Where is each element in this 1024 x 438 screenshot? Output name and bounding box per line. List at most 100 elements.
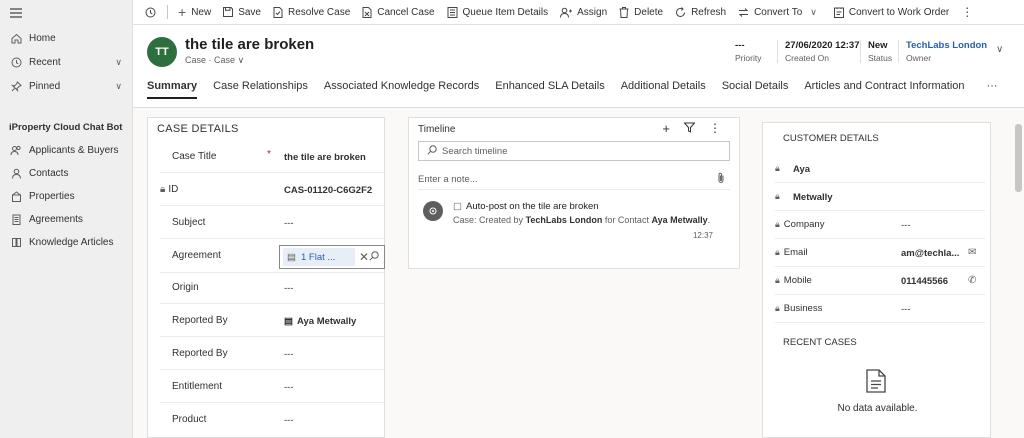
delete-label: Delete [634, 6, 664, 18]
product-value[interactable]: --- [284, 415, 294, 426]
queue-item-details-button[interactable]: Queue Item Details [441, 0, 555, 25]
tab-social-details[interactable]: Social Details [722, 80, 789, 99]
lock-icon: 🔒︎ [775, 303, 780, 313]
send-email-icon[interactable]: ✉ [968, 247, 976, 258]
sidebar-item-contacts[interactable]: Contacts [0, 162, 132, 185]
phone-icon[interactable]: ✆ [968, 275, 976, 286]
tab-enhanced-sla-details[interactable]: Enhanced SLA Details [495, 80, 604, 99]
business-field: 🔒︎ Business --- [775, 295, 985, 323]
sidebar-item-label: Home [29, 32, 56, 44]
document-icon [9, 214, 23, 225]
more-vertical-icon[interactable]: ⋮ [709, 121, 721, 136]
mobile-value: 011445566 [901, 276, 949, 287]
scrollbar[interactable] [1015, 124, 1022, 192]
id-value: CAS-01120-C6G2F2 [284, 185, 373, 196]
lock-icon: 🔒︎ [775, 275, 780, 285]
entitlement-value[interactable]: --- [284, 382, 294, 393]
queue-item-details-label: Queue Item Details [462, 6, 549, 18]
business-value: --- [901, 304, 911, 315]
agreement-lookup[interactable]: ▤ 1 Flat ... ✕ [279, 245, 385, 269]
sidebar-item-recent[interactable]: Recent ∨ [0, 50, 132, 74]
post-contact: Aya Metwally [651, 215, 708, 225]
search-icon[interactable] [369, 250, 379, 264]
agreement-tag[interactable]: ▤ 1 Flat ... [283, 248, 355, 266]
section-title: CUSTOMER DETAILS [783, 133, 879, 144]
assign-button[interactable]: Assign [554, 0, 613, 25]
filter-icon[interactable] [683, 121, 696, 136]
priority-label: Priority [735, 53, 762, 63]
hamburger-menu-button[interactable] [0, 0, 132, 25]
post-time: 12:37 [692, 231, 713, 240]
no-data-message: No data available. [837, 403, 918, 414]
reported-by-field[interactable]: Reported By ▤ Aya Metwally [160, 304, 384, 337]
document-icon [866, 369, 886, 396]
tab-case-relationships[interactable]: Case Relationships [213, 80, 308, 99]
recent-cases-title: RECENT CASES [783, 337, 857, 348]
sidebar-item-applicants[interactable]: Applicants & Buyers [0, 139, 132, 162]
subject-value[interactable]: --- [284, 218, 294, 229]
sidebar-item-label: Agreements [29, 214, 83, 225]
entitlement-field[interactable]: Entitlement --- [160, 370, 384, 403]
tab-summary[interactable]: Summary [147, 80, 198, 99]
delete-button[interactable]: Delete [613, 0, 669, 25]
sidebar: Home Recent ∨ Pinned ∨ iProperty Cloud C… [0, 0, 133, 438]
plus-icon: + [178, 4, 187, 20]
sidebar-item-label: Applicants & Buyers [29, 145, 119, 156]
more-commands-button[interactable]: ⋮ [955, 0, 984, 25]
owner-label: Owner [906, 53, 932, 63]
sidebar-item-label: Knowledge Articles [29, 237, 114, 248]
entitlement-label: Entitlement [172, 381, 223, 392]
sidebar-item-label: Properties [29, 191, 75, 202]
save-button[interactable]: Save [217, 0, 267, 25]
paperclip-icon[interactable] [717, 172, 725, 187]
origin-label: Origin [172, 282, 199, 293]
last-name-value: Metwally [793, 192, 833, 203]
tab-associated-knowledge-records[interactable]: Associated Knowledge Records [324, 80, 479, 99]
origin-field[interactable]: Origin --- [160, 271, 384, 304]
reported-by-2-field[interactable]: Reported By --- [160, 337, 384, 370]
search-icon [427, 144, 437, 158]
reported-by-2-label: Reported By [172, 348, 228, 359]
reported-by-link[interactable]: ▤ Aya Metwally [284, 316, 356, 327]
new-label: New [191, 6, 212, 18]
add-icon[interactable]: + [662, 121, 670, 136]
clear-icon[interactable]: ✕ [359, 250, 369, 264]
section-title: CASE DETAILS [157, 123, 239, 135]
resolve-case-button[interactable]: Resolve Case [267, 0, 356, 25]
avatar: TT [147, 37, 177, 67]
convert-to-work-order-button[interactable]: Convert to Work Order [828, 0, 955, 25]
tab-articles-and-contract-information[interactable]: Articles and Contract Information [804, 80, 964, 99]
sidebar-item-properties[interactable]: Properties [0, 185, 132, 208]
sidebar-item-agreements[interactable]: Agreements [0, 208, 132, 231]
id-label: 🔒︎ ID [160, 184, 179, 195]
building-icon [9, 191, 23, 202]
cancel-case-button[interactable]: Cancel Case [356, 0, 440, 25]
expand-header-chevron-icon[interactable]: ∨ [996, 44, 1003, 55]
reported-by-2-value[interactable]: --- [284, 349, 294, 360]
new-button[interactable]: + New [172, 0, 217, 25]
case-title-field[interactable]: Case Title * the tile are broken [160, 140, 384, 173]
refresh-icon [675, 6, 686, 18]
tab-more[interactable]: ··· [987, 80, 998, 99]
origin-value[interactable]: --- [284, 283, 294, 294]
form-selector[interactable]: Case ∨ [214, 55, 244, 65]
last-name-field: 🔒︎ Metwally [775, 183, 985, 211]
subject-label: Subject [172, 217, 206, 228]
owner-field[interactable]: TechLabs London Owner [898, 40, 987, 63]
agreement-field[interactable]: Agreement ▤ 1 Flat ... ✕ [160, 239, 385, 273]
convert-to-work-order-label: Convert to Work Order [848, 6, 950, 18]
product-field[interactable]: Product --- [160, 403, 384, 436]
history-button[interactable] [139, 0, 163, 25]
convert-to-button[interactable]: Convert To ∨ [732, 0, 828, 25]
owner-value[interactable]: TechLabs London [906, 40, 987, 51]
note-input[interactable]: Enter a note... [418, 170, 730, 190]
tab-additional-details[interactable]: Additional Details [621, 80, 706, 99]
sidebar-item-home[interactable]: Home [0, 26, 132, 50]
timeline-search-input[interactable]: Search timeline [418, 141, 730, 161]
refresh-button[interactable]: Refresh [669, 0, 732, 25]
clock-icon [9, 57, 23, 68]
sidebar-item-pinned[interactable]: Pinned ∨ [0, 74, 132, 98]
sidebar-item-knowledge[interactable]: Knowledge Articles [0, 231, 132, 254]
case-title-value[interactable]: the tile are broken [284, 152, 366, 163]
subject-field[interactable]: Subject --- [160, 206, 384, 239]
